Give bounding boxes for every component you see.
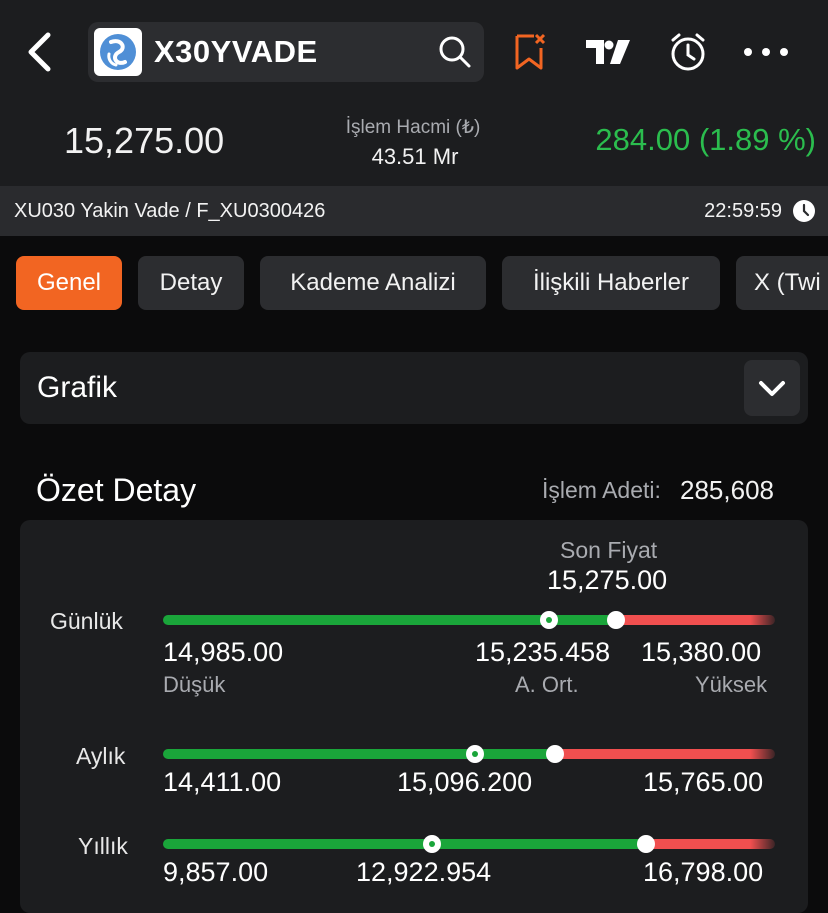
grafik-panel[interactable]: Grafik [20,352,808,424]
range-summary-card [20,520,808,913]
symbol-name: X30YVADE [154,34,318,69]
more-dots-icon[interactable] [742,30,790,74]
yearly-low-value: 9,857.00 [163,857,269,887]
last-price-marker-monthly [545,745,564,763]
alarm-icon[interactable] [668,30,708,74]
monthly-high-value: 15,765.00 [643,767,764,797]
quote-row: 15,275.00 İşlem Hacmi (₺) 43.51 Mr 284.0… [0,104,828,184]
average-marker-monthly [466,745,485,763]
average-marker-daily [539,611,558,629]
monthly-low-value: 14,411.00 [163,767,282,797]
summary-title: Özet Detay [36,472,197,508]
monthly-avg-value: 15,096.200 [397,767,533,797]
range-label-monthly: Aylık [76,743,126,769]
grafik-title: Grafik [37,371,118,404]
last-update-time: 22:59:59 [704,200,782,222]
last-price-summary: 15,275.00 [547,565,668,595]
tab-bar: Genel Detay Kademe Analizi İlişkili Habe… [0,256,828,312]
range-label-yearly: Yıllık [78,833,128,859]
volume-value: 43.51 Mr [371,144,459,169]
header: X30YVADE 15,275.00 İşlem Hacmi (₺) 43.51… [0,0,828,236]
daily-low-caption: Düşük [163,672,226,697]
instrument-description: XU030 Yakin Vade / F_XU0300426 [14,200,326,222]
daily-low-value: 14,985.00 [163,637,284,667]
tab-genel[interactable]: Genel [16,256,122,310]
volume-label: İşlem Hacmi (₺) [345,117,481,138]
daily-avg-caption: A. Ort. [515,672,579,697]
clock-icon [793,200,815,222]
trade-count-label: İşlem Adeti: [542,477,661,503]
yearly-high-value: 16,798.00 [643,857,764,887]
tab-detay[interactable]: Detay [138,256,244,310]
tab-kademe-analizi[interactable]: Kademe Analizi [260,256,486,310]
app-logo-icon [94,28,142,76]
daily-high-caption: Yüksek [695,672,768,697]
last-price: 15,275.00 [64,120,225,161]
range-bar-daily [163,615,775,625]
chevron-down-icon [759,381,785,396]
price-change: 284.00 (1.89 %) [595,122,816,157]
expand-button[interactable] [744,360,800,416]
range-bar-yearly [163,839,775,849]
search-icon[interactable] [438,35,472,69]
tab-iliskili-haberler[interactable]: İlişkili Haberler [502,256,720,310]
bookmark-remove-icon[interactable] [512,30,548,74]
last-price-marker-daily [606,611,625,629]
range-label-daily: Günlük [50,608,123,634]
tradingview-icon[interactable] [584,30,632,74]
last-price-caption: Son Fiyat [560,537,658,563]
symbol-search-box[interactable]: X30YVADE [88,22,484,82]
tab-x-twitter[interactable]: X (Twi [736,256,828,310]
yearly-avg-value: 12,922.954 [356,857,492,887]
back-chevron-icon[interactable] [20,30,60,74]
trade-count-value: 285,608 [680,475,774,505]
instrument-info-bar: XU030 Yakin Vade / F_XU0300426 22:59:59 [0,186,828,236]
daily-high-value: 15,380.00 [641,637,762,667]
daily-avg-value: 15,235.458 [475,637,611,667]
